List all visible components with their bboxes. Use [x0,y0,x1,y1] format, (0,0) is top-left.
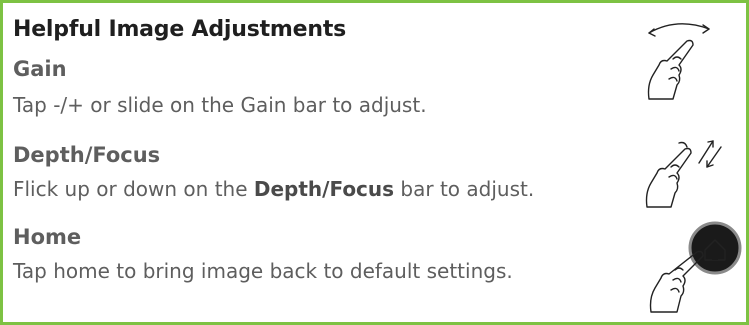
home-button-icon [688,221,742,275]
hand-tap-home-icon [649,221,742,313]
help-title: Helpful Image Adjustments [13,17,347,42]
home-description: Tap home to bring image back to default … [13,259,513,283]
gain-description: Tap -/+ or slide on the Gain bar to adju… [13,93,427,117]
home-heading: Home [13,225,82,249]
help-card: Helpful Image Adjustments Gain Tap -/+ o… [0,0,749,325]
depth-focus-bold-label: Depth/Focus [253,177,395,201]
hand-flick-icon [645,140,722,208]
hand-swipe-arc-icon [647,23,710,100]
gain-heading: Gain [13,57,67,81]
depth-focus-description: Flick up or down on the Depth/Focus bar … [13,177,535,201]
depth-focus-heading: Depth/Focus [13,143,161,167]
